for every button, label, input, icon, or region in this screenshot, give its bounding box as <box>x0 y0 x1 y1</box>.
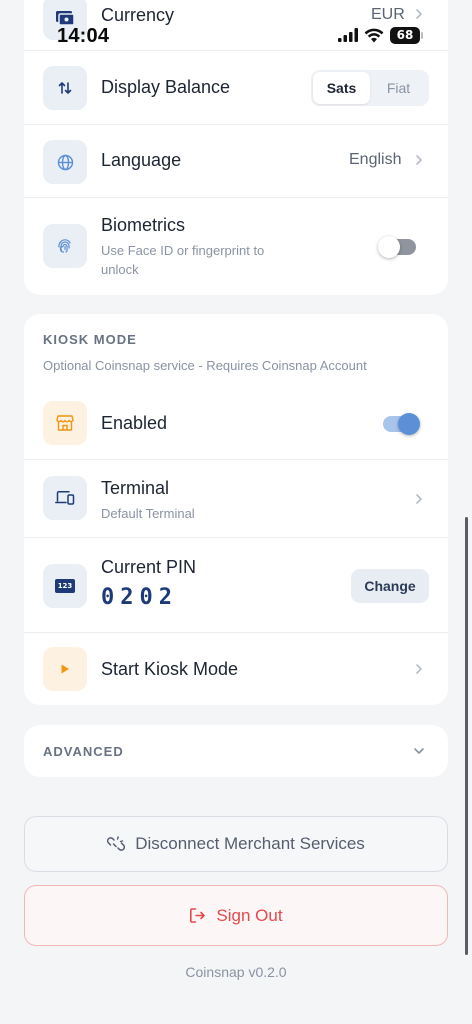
display-balance-row: Display Balance Sats Fiat <box>24 51 448 125</box>
kiosk-enabled-label: Enabled <box>101 413 168 433</box>
switch-knob <box>378 236 400 258</box>
current-pin-label: Current PIN <box>101 557 197 577</box>
sign-out-label: Sign Out <box>216 905 283 925</box>
sign-out-button[interactable]: Sign Out <box>24 885 448 946</box>
terminal-value: Default Terminal <box>101 506 195 521</box>
terminal-row[interactable]: Terminal Default Terminal <box>24 460 448 538</box>
wifi-icon <box>364 28 384 42</box>
status-bar: 14:04 68 <box>0 0 472 50</box>
start-kiosk-label: Start Kiosk Mode <box>101 659 239 679</box>
fiat-option[interactable]: Fiat <box>370 72 427 104</box>
biometrics-description: Use Face ID or fingerprint to unlock <box>101 243 265 277</box>
chevron-right-icon <box>416 155 422 165</box>
kiosk-mode-card: KIOSK MODE Optional Coinsnap service - R… <box>24 314 448 705</box>
kiosk-enabled-row: Enabled <box>24 385 448 460</box>
terminal-icon-box <box>43 476 87 520</box>
display-balance-label: Display Balance <box>101 77 231 97</box>
status-time: 14:04 <box>57 25 110 47</box>
language-row[interactable]: Language English <box>24 125 448 198</box>
change-pin-button[interactable]: Change <box>351 569 429 603</box>
globe-icon <box>57 154 73 170</box>
pin-icon-box: 123 <box>43 564 87 608</box>
battery-indicator: 68 <box>390 26 423 44</box>
language-value: English <box>349 151 402 168</box>
disconnect-merchant-label: Disconnect Merchant Services <box>135 834 365 853</box>
disconnect-merchant-button[interactable]: Disconnect Merchant Services <box>24 816 448 872</box>
advanced-card[interactable]: ADVANCED <box>24 725 448 777</box>
kiosk-section-description: Optional Coinsnap service - Requires Coi… <box>43 358 367 373</box>
start-kiosk-row[interactable]: Start Kiosk Mode <box>24 633 448 705</box>
kiosk-enabled-icon-box <box>43 401 87 445</box>
store-icon <box>56 415 74 431</box>
display-balance-icon-box <box>43 66 87 110</box>
sign-out-icon <box>190 908 206 923</box>
language-label: Language <box>101 150 182 170</box>
biometrics-label: Biometrics <box>101 215 186 235</box>
display-balance-toggle: Sats Fiat <box>311 70 429 106</box>
chevron-right-icon <box>416 494 422 504</box>
unlink-icon <box>107 836 126 851</box>
sats-option[interactable]: Sats <box>313 72 370 104</box>
kiosk-enabled-switch[interactable] <box>383 413 420 435</box>
start-kiosk-icon-box <box>43 647 87 691</box>
language-icon-box <box>43 140 87 184</box>
kiosk-section-heading: KIOSK MODE <box>43 332 137 347</box>
play-icon <box>61 664 69 674</box>
app-version: Coinsnap v0.2.0 <box>185 964 287 980</box>
terminal-label: Terminal <box>101 478 170 498</box>
fingerprint-icon <box>58 239 71 253</box>
advanced-heading: ADVANCED <box>43 744 124 759</box>
swap-vertical-icon <box>58 82 72 94</box>
signal-icon <box>338 28 358 42</box>
scrollbar[interactable] <box>465 517 468 955</box>
status-icons: 68 <box>338 25 423 45</box>
current-pin-value: 0202 <box>101 585 178 610</box>
pin-number-icon: 123 <box>55 579 75 593</box>
switch-knob <box>398 413 420 435</box>
chevron-down-icon <box>414 748 424 754</box>
devices-icon <box>55 491 75 505</box>
current-pin-row: 123 Current PIN 0202 Change <box>24 538 448 633</box>
biometrics-icon-box <box>43 224 87 268</box>
chevron-right-icon <box>416 664 422 674</box>
biometrics-switch[interactable] <box>378 236 416 258</box>
biometrics-row: Biometrics Use Face ID or fingerprint to… <box>24 198 448 295</box>
